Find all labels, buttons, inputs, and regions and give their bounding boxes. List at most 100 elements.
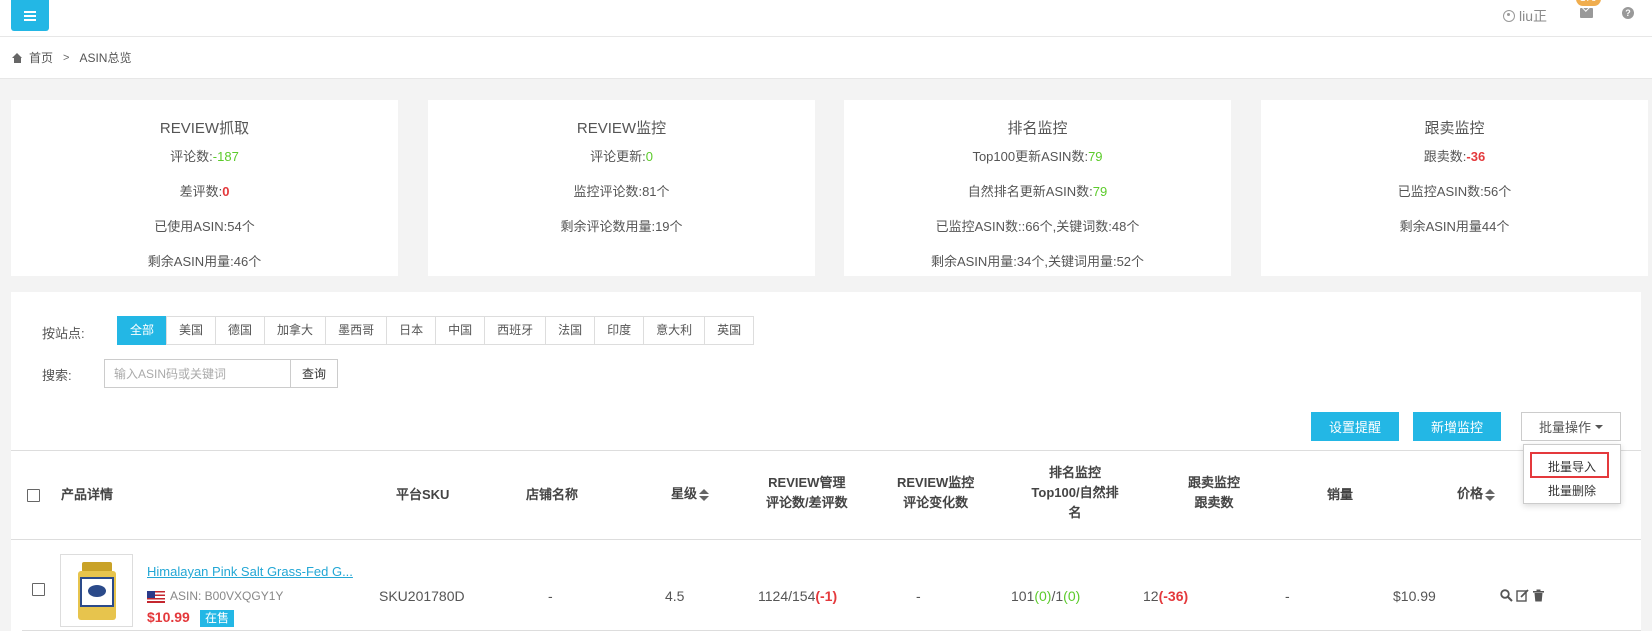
card-title: 排名监控 [1007,120,1068,137]
remaining-asin-keywords: 剩余ASIN用量:34个,关键词用量:52个 [930,254,1145,269]
follower-count-line: 跟卖数:-36 [1261,146,1648,165]
remaining-asin: 剩余ASIN用量44个 [1399,219,1510,234]
cell-price: $10.99 [1393,588,1436,604]
review-update-value: 0 [645,149,653,164]
tab-site-de[interactable]: 德国 [215,316,266,345]
tab-site-all[interactable]: 全部 [117,316,168,345]
add-monitor-button[interactable]: 新增监控 [1413,412,1501,441]
product-asin: ASIN: B00VXQGY1Y [170,589,284,603]
tab-site-es[interactable]: 西班牙 [484,316,547,345]
tab-site-in[interactable]: 印度 [594,316,645,345]
select-all-checkbox[interactable] [27,489,40,502]
mail-icon[interactable] [1580,8,1593,18]
review-count-value: -187 [212,149,239,164]
tab-site-jp[interactable]: 日本 [386,316,437,345]
header-sales: 销量 [1327,487,1354,502]
edit-icon[interactable] [1516,589,1529,602]
menu-toggle-button[interactable] [11,0,49,31]
search-label: 搜索: [42,368,72,383]
sort-icon [1485,488,1496,501]
top100-value: 79 [1088,149,1103,164]
set-reminder-button[interactable]: 设置提醒 [1311,412,1399,441]
tab-site-us[interactable]: 美国 [166,316,217,345]
batch-operations-label: 批量操作 [1538,420,1591,435]
cell-reviews: 1124/154(-1) [758,588,837,604]
header-rank-line2: Top100/自然排 [1031,485,1119,500]
table-header: 产品详情 平台SKU 店铺名称 星级 REVIEW管理 评论数/差评数 REVI… [11,450,1641,540]
product-thumbnail[interactable] [60,554,133,627]
review-count-line: 评论数:-187 [11,146,398,165]
rank-natural-value: 1 [1055,588,1064,604]
site-filter-label: 按站点: [42,326,85,341]
trash-icon[interactable] [1532,589,1545,602]
cell-sales: - [1285,588,1290,604]
caret-down-icon [1595,424,1603,429]
card-review-fetch: REVIEW抓取 评论数:-187 差评数:0 已使用ASIN:54个 剩余AS… [11,100,398,276]
cell-followers: 12(-36) [1143,588,1188,604]
asin-list-panel: 按站点: 全部 美国 德国 加拿大 墨西哥 日本 中国 西班牙 法国 印度 意大… [11,292,1641,631]
bad-review-label: 差评数: [179,184,223,199]
help-icon[interactable]: ? [1622,7,1634,19]
rank-top-value: 101 [1011,588,1035,604]
header-rank-line3: 名 [1068,505,1082,520]
tab-site-it[interactable]: 意大利 [643,316,706,345]
followers-value: 12 [1143,588,1159,604]
home-icon [12,52,23,63]
header-rating-label: 星级 [671,486,698,501]
monitored-asin: 已监控ASIN数:56个 [1397,184,1512,199]
breadcrumb: 首页 > ASIN总览 [0,37,1652,79]
natural-rank-line: 自然排名更新ASIN数:79 [844,181,1231,200]
followers-delta: (-36) [1158,588,1189,604]
tab-site-ca[interactable]: 加拿大 [264,316,327,345]
menu-item-batch-delete[interactable]: 批量删除 [1524,482,1620,499]
header-price[interactable]: 价格 [1457,484,1496,504]
header-review-monitor: REVIEW监控 评论变化数 [897,473,974,513]
follower-count-value: -36 [1466,149,1486,164]
product-title-link[interactable]: Himalayan Pink Salt Grass-Fed G... [147,564,353,579]
header-rank-line1: 排名监控 [1048,465,1101,480]
bad-review-line: 差评数:0 [11,181,398,200]
menu-item-batch-import[interactable]: 批量导入 [1524,458,1620,475]
cell-store: - [548,588,553,604]
cell-review-change: - [916,588,921,604]
tab-site-cn[interactable]: 中国 [435,316,486,345]
used-asin: 已使用ASIN:54个 [154,219,255,234]
search-input[interactable] [104,359,291,388]
reviews-delta: (-1) [815,588,838,604]
breadcrumb-home[interactable]: 首页 [29,49,53,66]
review-update-label: 评论更新: [590,149,646,164]
batch-operations-button[interactable]: 批量操作 [1521,412,1621,441]
mail-badge: 179 [1576,0,1601,6]
card-title: REVIEW抓取 [159,120,250,137]
sort-icon [699,488,710,501]
header-rating[interactable]: 星级 [671,484,710,504]
header-follow-line1: 跟卖监控 [1188,475,1241,490]
cell-rank: 101(0)/1(0) [1011,588,1081,604]
search-button[interactable]: 查询 [290,359,338,388]
batch-operations-menu: 批量导入 批量删除 [1523,444,1621,504]
search-icon[interactable] [1500,589,1513,602]
remaining-reviews: 剩余评论数用量:19个 [560,219,683,234]
natural-rank-value: 79 [1092,184,1108,199]
top100-label: Top100更新ASIN数: [972,149,1089,164]
product-price: $10.99 [147,609,190,625]
tab-site-fr[interactable]: 法国 [545,316,596,345]
user-menu[interactable]: liu正 [1503,6,1547,26]
tab-site-uk[interactable]: 英国 [704,316,755,345]
header-product: 产品详情 [61,487,114,502]
product-image [77,561,116,620]
row-checkbox[interactable] [32,583,45,596]
remaining-asin: 剩余ASIN用量:46个 [147,254,262,269]
header-sku: 平台SKU [396,487,450,502]
natural-rank-label: 自然排名更新ASIN数: [967,184,1093,199]
site-tabs: 全部 美国 德国 加拿大 墨西哥 日本 中国 西班牙 法国 印度 意大利 英国 [117,316,755,345]
cell-rating: 4.5 [665,588,685,604]
table-row: Himalayan Pink Salt Grass-Fed G... ASIN:… [22,550,1641,631]
header-rank-monitor: 排名监控 Top100/自然排 名 [1025,463,1125,523]
chevron-right-icon: > [63,51,70,64]
review-update-line: 评论更新:0 [428,146,815,165]
tab-site-mx[interactable]: 墨西哥 [325,316,388,345]
header-review-mgmt-line1: REVIEW管理 [768,475,846,490]
header-review-monitor-line1: REVIEW监控 [897,475,975,490]
card-rank-monitor: 排名监控 Top100更新ASIN数:79 自然排名更新ASIN数:79 已监控… [844,100,1231,276]
